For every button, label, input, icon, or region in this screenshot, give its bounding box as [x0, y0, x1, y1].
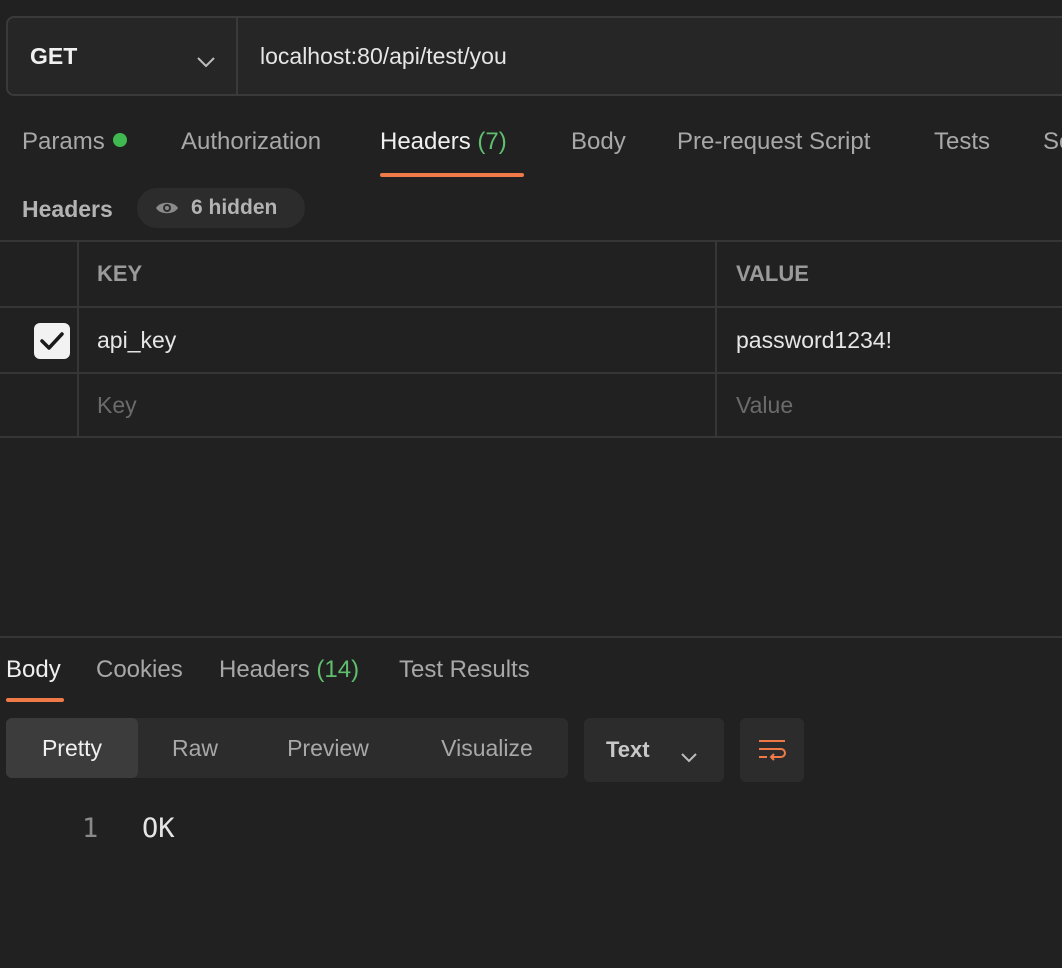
headers-section-title: Headers [22, 196, 113, 222]
tab-response-cookies[interactable]: Cookies [96, 656, 183, 684]
tab-tests[interactable]: Tests [934, 128, 990, 156]
tab-response-body[interactable]: Body [6, 656, 61, 684]
tab-label: Params [22, 128, 105, 155]
eye-icon [156, 202, 178, 214]
checkmark-icon [40, 332, 64, 350]
view-mode-visualize[interactable]: Visualize [416, 718, 558, 778]
new-key-input[interactable]: Key [97, 374, 137, 436]
response-pane-divider[interactable] [0, 636, 1062, 638]
column-divider [715, 308, 717, 372]
headers-table: KEY VALUE api_key password1234! Key Valu… [0, 240, 1062, 438]
url-text: localhost:80/api/test/you [260, 42, 507, 69]
format-select-value: Text [606, 737, 650, 762]
tab-body[interactable]: Body [571, 128, 626, 156]
request-tabs: Params Authorization Headers (7) Body Pr… [0, 118, 1062, 178]
column-divider [77, 308, 79, 372]
view-mode-pretty[interactable]: Pretty [6, 718, 138, 778]
chevron-down-icon [196, 47, 216, 74]
tab-label: Headers [219, 656, 310, 683]
tab-label: Cookies [96, 656, 183, 683]
active-tab-indicator [380, 173, 524, 177]
tab-label: Tests [934, 128, 991, 155]
hidden-headers-toggle[interactable]: 6 hidden [137, 188, 305, 228]
tab-label: Pre-request Script [677, 128, 871, 155]
tab-label: Body [571, 128, 626, 155]
line-number: 1 [82, 812, 99, 844]
request-url-bar: GET localhost:80/api/test/you [6, 16, 1062, 96]
method-label: GET [30, 42, 78, 69]
tab-label: Se [1043, 128, 1062, 155]
response-body-text[interactable]: OK [142, 808, 175, 848]
table-row: api_key password1234! [0, 306, 1062, 372]
column-divider [715, 242, 717, 306]
column-divider [715, 374, 717, 436]
tab-response-test-results[interactable]: Test Results [399, 656, 530, 684]
chevron-down-icon [680, 743, 698, 769]
tab-pre-request-script[interactable]: Pre-request Script [677, 128, 870, 156]
tab-params[interactable]: Params [22, 128, 127, 156]
tab-count: (7) [477, 128, 507, 155]
table-header-row: KEY VALUE [0, 240, 1062, 306]
format-select[interactable]: Text [584, 718, 724, 782]
header-enabled-checkbox[interactable] [34, 323, 70, 359]
tab-label: Body [6, 656, 61, 683]
tab-count: (14) [316, 656, 360, 683]
tab-authorization[interactable]: Authorization [181, 128, 321, 156]
view-mode-segmented-control: Pretty Raw Preview Visualize [6, 718, 568, 778]
tab-settings[interactable]: Se [1043, 128, 1062, 156]
column-divider [77, 374, 79, 436]
active-tab-indicator [6, 698, 64, 702]
new-value-input[interactable]: Value [736, 374, 793, 436]
column-header-key: KEY [97, 261, 143, 286]
wrap-lines-icon [759, 740, 786, 761]
url-input[interactable]: localhost:80/api/test/you [238, 18, 1062, 94]
method-select[interactable]: GET [8, 18, 238, 94]
table-row-new: Key Value [0, 372, 1062, 438]
view-mode-preview[interactable]: Preview [256, 718, 400, 778]
params-active-dot [112, 133, 127, 147]
view-mode-raw[interactable]: Raw [140, 718, 250, 778]
header-key-input[interactable]: api_key [97, 308, 176, 372]
column-header-value: VALUE [736, 261, 809, 286]
tab-label: Headers [380, 128, 471, 155]
header-value-input[interactable]: password1234! [736, 308, 892, 372]
tab-label: Authorization [181, 128, 322, 155]
wrap-lines-button[interactable] [740, 718, 804, 782]
tab-label: Test Results [399, 656, 530, 683]
hidden-count-label: 6 hidden [191, 196, 278, 219]
tab-response-headers[interactable]: Headers (14) [219, 656, 359, 684]
tab-headers[interactable]: Headers (7) [380, 128, 507, 156]
column-divider [77, 242, 79, 306]
